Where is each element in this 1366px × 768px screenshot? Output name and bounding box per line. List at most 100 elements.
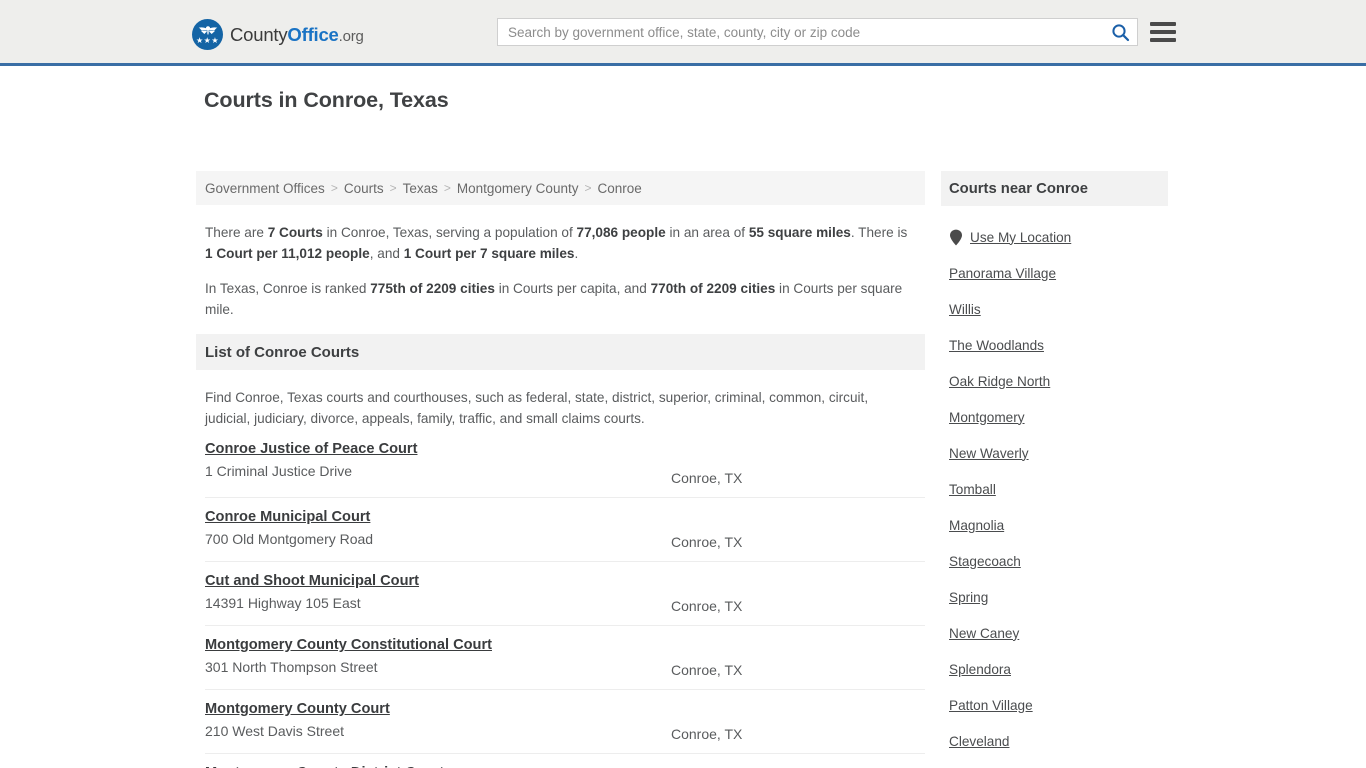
stats-per-area: 1 Court per 7 square miles [403, 246, 575, 261]
stats-population: 77,086 people [576, 225, 666, 240]
stats-text: , and [369, 246, 404, 261]
hamburger-bar [1150, 30, 1176, 34]
court-list-item: Conroe Municipal Court 700 Old Montgomer… [205, 498, 925, 562]
court-list-item: Montgomery County District Court 310 Nor… [205, 754, 925, 768]
court-name-link[interactable]: Montgomery County Constitutional Court [205, 637, 492, 653]
rank-per-square-mile: 770th of 2209 cities [650, 281, 776, 296]
site-header: ★★★ CountyOffice.org [0, 0, 1366, 66]
breadcrumb-item-government-offices[interactable]: Government Offices [205, 181, 325, 196]
nearby-city-link[interactable]: Splendora [949, 662, 1011, 677]
nearby-city-link[interactable]: Montgomery [949, 410, 1025, 425]
sidebar-item-patton-village[interactable]: Patton Village [941, 687, 1168, 723]
sidebar-item-splendora[interactable]: Splendora [941, 651, 1168, 687]
search-button[interactable] [1103, 19, 1137, 45]
nearby-city-link[interactable]: Willis [949, 302, 981, 317]
breadcrumb-item-conroe[interactable]: Conroe [597, 181, 641, 196]
hamburger-bar [1150, 38, 1176, 42]
stats-intro: There are 7 Courts in Conroe, Texas, ser… [196, 205, 925, 320]
stats-paragraph-2: In Texas, Conroe is ranked 775th of 2209… [205, 278, 915, 320]
court-city: Conroe, TX [671, 534, 743, 550]
stats-text: . [574, 246, 579, 261]
sidebar-item-the-woodlands[interactable]: The Woodlands [941, 327, 1168, 363]
court-name-link[interactable]: Conroe Justice of Peace Court [205, 441, 417, 457]
court-list-item: Montgomery County Constitutional Court 3… [205, 626, 925, 690]
breadcrumb-separator: > [584, 181, 592, 195]
nearby-city-link[interactable]: The Woodlands [949, 338, 1044, 353]
nearby-city-link[interactable]: New Waverly [949, 446, 1029, 461]
eagle-seal-icon: ★★★ [192, 19, 223, 50]
sidebar-item-new-caney[interactable]: New Caney [941, 615, 1168, 651]
nearby-city-link[interactable]: Oak Ridge North [949, 374, 1050, 389]
breadcrumb-item-courts[interactable]: Courts [344, 181, 384, 196]
site-logo[interactable]: ★★★ CountyOffice.org [192, 19, 364, 50]
stats-text: in Courts per capita, and [494, 281, 651, 296]
use-my-location-link[interactable]: Use My Location [970, 230, 1071, 245]
breadcrumb-separator: > [330, 181, 338, 195]
court-name-link[interactable]: Cut and Shoot Municipal Court [205, 573, 419, 589]
nearby-city-link[interactable]: Stagecoach [949, 554, 1021, 569]
stars-glyph: ★★★ [195, 36, 219, 45]
nearby-city-link[interactable]: Tomball [949, 482, 996, 497]
sidebar-item-montgomery[interactable]: Montgomery [941, 399, 1168, 435]
nearby-city-link[interactable]: New Caney [949, 626, 1019, 641]
court-city: Conroe, TX [671, 726, 743, 742]
hamburger-menu-icon[interactable] [1150, 20, 1176, 44]
nearby-city-link[interactable]: Magnolia [949, 518, 1004, 533]
map-pin-icon [949, 229, 963, 246]
search-input[interactable] [498, 19, 1103, 45]
stats-text: In Texas, Conroe is ranked [205, 281, 371, 296]
court-list-item: Conroe Justice of Peace Court 1 Criminal… [205, 434, 925, 498]
sidebar-item-panorama-village[interactable]: Panorama Village [941, 255, 1168, 291]
stats-text: in Conroe, Texas, serving a population o… [322, 225, 577, 240]
list-section-description: Find Conroe, Texas courts and courthouse… [205, 390, 869, 426]
court-address: 700 Old Montgomery Road [205, 531, 374, 547]
court-city: Conroe, TX [671, 662, 743, 678]
rank-per-capita: 775th of 2209 cities [370, 281, 495, 296]
logo-text-office: Office [287, 23, 339, 45]
court-address: 14391 Highway 105 East [205, 595, 361, 611]
sidebar-item-willis[interactable]: Willis [941, 291, 1168, 327]
stats-courts-count: 7 Courts [267, 225, 323, 240]
breadcrumb-separator: > [443, 181, 451, 195]
court-name-link[interactable]: Montgomery County Court [205, 701, 390, 717]
nearby-city-link[interactable]: Patton Village [949, 698, 1033, 713]
sidebar-nearby-list: Use My Location Panorama Village Willis … [941, 206, 1168, 768]
court-list-item: Montgomery County Court 210 West Davis S… [205, 690, 925, 754]
hamburger-bar [1150, 22, 1176, 26]
stats-text: There are [205, 225, 268, 240]
sidebar-item-tomball[interactable]: Tomball [941, 471, 1168, 507]
nearby-city-link[interactable]: Panorama Village [949, 266, 1056, 281]
site-logo-text: CountyOffice.org [230, 24, 364, 46]
sidebar-item-cleveland[interactable]: Cleveland [941, 723, 1168, 759]
court-city: Conroe, TX [671, 470, 743, 486]
logo-text-county: County [230, 23, 288, 45]
sidebar-item-spring[interactable]: Spring [941, 579, 1168, 615]
sidebar-item-magnolia[interactable]: Magnolia [941, 507, 1168, 543]
nearby-city-link[interactable]: Spring [949, 590, 988, 605]
page-title: Courts in Conroe, Texas [204, 88, 449, 112]
stats-paragraph-1: There are 7 Courts in Conroe, Texas, ser… [205, 222, 915, 264]
content-columns: Government Offices > Courts > Texas > Mo… [0, 171, 1366, 768]
sidebar-item-stagecoach[interactable]: Stagecoach [941, 543, 1168, 579]
logo-text-org: .org [338, 27, 364, 45]
court-name-link[interactable]: Conroe Municipal Court [205, 509, 370, 525]
search-icon [1111, 23, 1129, 41]
search-bar[interactable] [497, 18, 1138, 46]
nearby-city-link[interactable]: Cleveland [949, 734, 1009, 749]
sidebar-heading: Courts near Conroe [941, 171, 1168, 206]
court-address: 1 Criminal Justice Drive [205, 463, 353, 479]
court-city: Conroe, TX [671, 598, 743, 614]
stats-text: . There is [850, 225, 908, 240]
court-address: 210 West Davis Street [205, 723, 345, 739]
sidebar-item-new-waverly[interactable]: New Waverly [941, 435, 1168, 471]
sidebar-item-use-my-location[interactable]: Use My Location [941, 219, 1168, 255]
stats-area: 55 square miles [748, 225, 851, 240]
main-column: Government Offices > Courts > Texas > Mo… [196, 171, 925, 768]
breadcrumb-separator: > [389, 181, 397, 195]
stats-per-capita: 1 Court per 11,012 people [205, 246, 370, 261]
sidebar-item-oak-ridge-north[interactable]: Oak Ridge North [941, 363, 1168, 399]
page-body: Courts in Conroe, Texas Government Offic… [0, 66, 1366, 768]
breadcrumb-item-montgomery-county[interactable]: Montgomery County [457, 181, 579, 196]
sidebar-item-humble[interactable]: Humble [941, 759, 1168, 768]
breadcrumb-item-texas[interactable]: Texas [403, 181, 438, 196]
